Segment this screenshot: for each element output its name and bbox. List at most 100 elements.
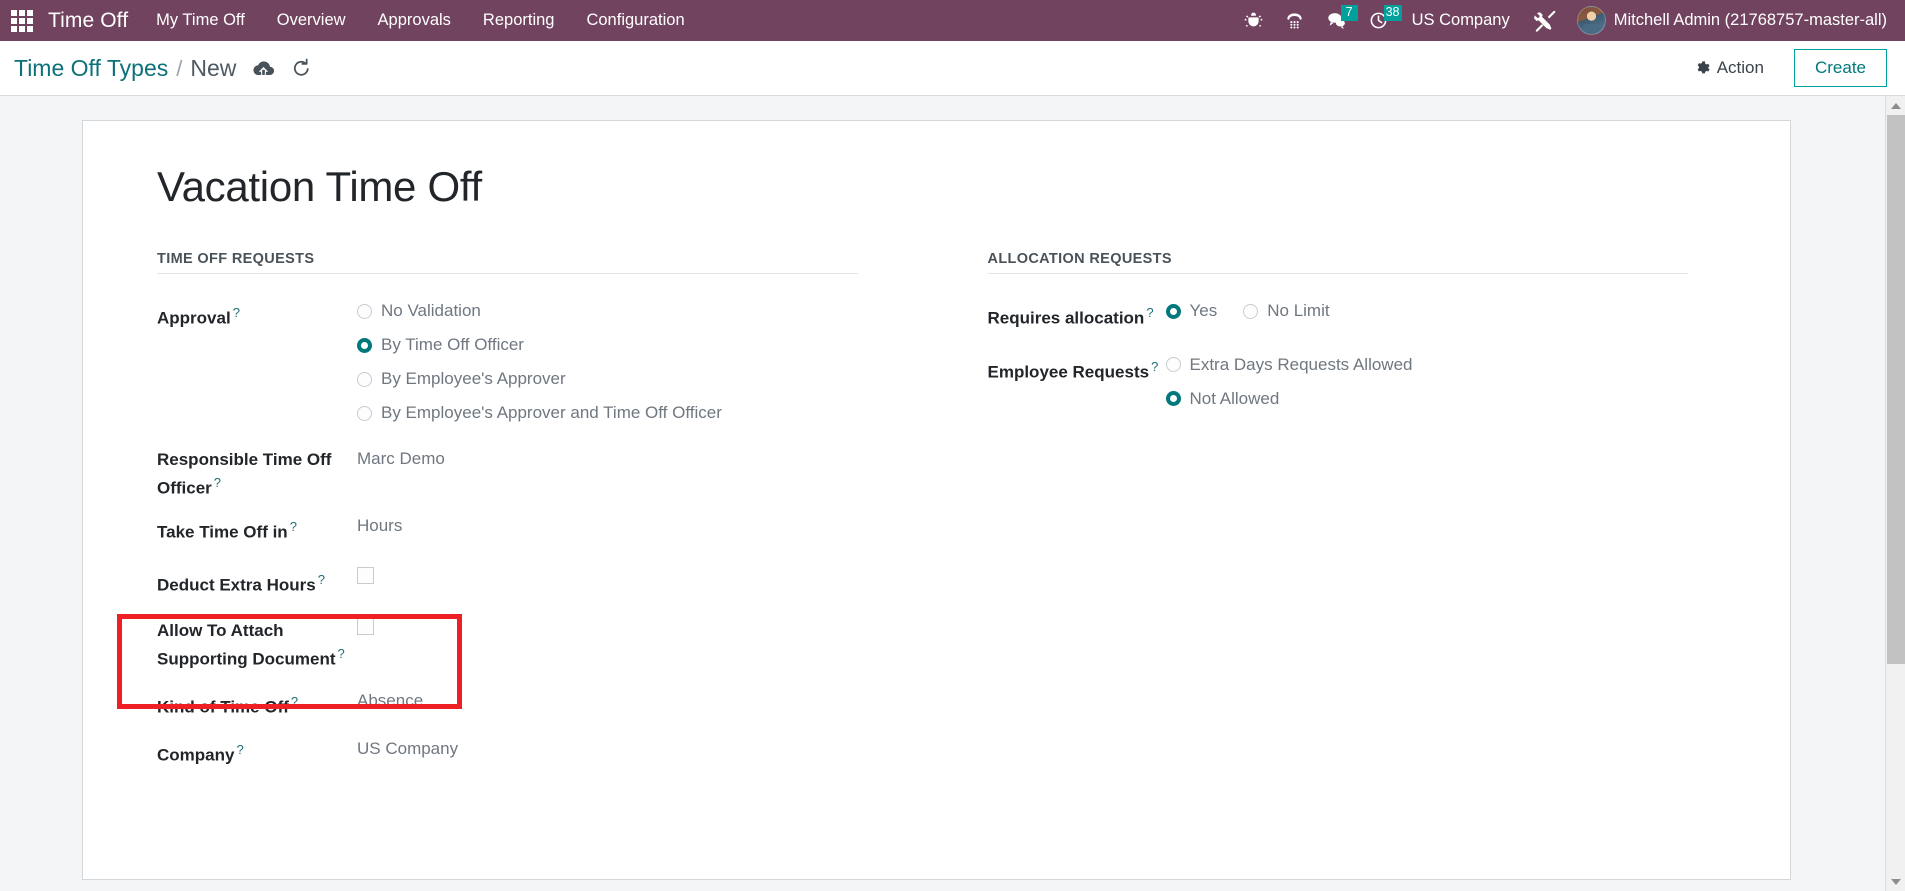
radio-label: Yes — [1189, 301, 1218, 320]
field-deduct-extra-hours: Deduct Extra Hours? — [129, 567, 914, 597]
gear-icon — [1697, 61, 1710, 74]
scrollbar-thumb[interactable] — [1887, 115, 1905, 664]
help-deduct-extra-hours[interactable]: ? — [318, 572, 325, 587]
help-company[interactable]: ? — [236, 742, 243, 757]
radio-approval-by-time-off-officer[interactable]: By Time Off Officer — [357, 335, 722, 355]
action-menu-button[interactable]: Action — [1682, 52, 1776, 84]
checkbox-deduct-extra-hours[interactable] — [357, 567, 374, 585]
form-view-body: Vacation Time Off TIME OFF REQUESTS Appr… — [0, 96, 1905, 891]
field-approval: Approval? No Validation By Time Off Offi… — [129, 300, 914, 423]
control-panel: Time Off Types / New Action Create — [0, 41, 1905, 96]
company-switcher[interactable]: US Company — [1399, 11, 1523, 30]
form-columns: TIME OFF REQUESTS Approval? No Validatio… — [129, 251, 1744, 785]
value-kind-of-time-off[interactable]: Absence — [357, 689, 423, 712]
label-responsible-officer-text: Responsible Time Off Officer — [157, 450, 332, 498]
vertical-scrollbar[interactable] — [1885, 96, 1905, 891]
help-take-time-off-in[interactable]: ? — [290, 519, 297, 534]
label-allow-attach-text: Allow To Attach Supporting Document — [157, 620, 336, 669]
radio-label: No Limit — [1267, 301, 1330, 320]
radio-label: Extra Days Requests Allowed — [1189, 354, 1413, 374]
scroll-up-arrow[interactable] — [1886, 96, 1905, 115]
user-menu[interactable]: Mitchell Admin (21768757-master-all) — [1567, 6, 1895, 35]
breadcrumb-time-off-types[interactable]: Time Off Types — [14, 55, 168, 82]
radio-employee-requests-extra-days-allowed[interactable]: Extra Days Requests Allowed — [1165, 354, 1413, 375]
radio-approval-by-employees-approver[interactable]: By Employee's Approver — [357, 369, 722, 389]
record-sheet: Vacation Time Off TIME OFF REQUESTS Appr… — [82, 120, 1791, 880]
radio-label: By Employee's Approver and Time Off Offi… — [381, 403, 722, 422]
help-allow-attach[interactable]: ? — [337, 646, 344, 661]
label-employee-requests-text: Employee Requests — [987, 362, 1150, 382]
systray: 7 38 US Company Mitchell Admin (21768757… — [1233, 0, 1905, 41]
wrench-screwdriver-icon[interactable] — [1523, 0, 1567, 41]
top-navbar: Time Off My Time Off Overview Approvals … — [0, 0, 1905, 41]
radio-dot-selected — [1165, 303, 1181, 319]
activities-counter[interactable]: 38 — [1358, 0, 1402, 41]
breadcrumb-current: New — [190, 54, 237, 81]
radio-requires-allocation-yes[interactable]: Yes — [1165, 301, 1218, 321]
radio-dot — [357, 303, 372, 319]
radio-approval-by-approver-and-officer[interactable]: By Employee's Approver and Time Off Offi… — [357, 403, 722, 423]
menu-configuration[interactable]: Configuration — [570, 0, 700, 41]
label-company-text: Company — [157, 745, 235, 765]
radio-group-employee-requests: Extra Days Requests Allowed Not Allowed — [1165, 354, 1413, 409]
breadcrumb: Time Off Types / New — [14, 55, 236, 82]
menu-reporting[interactable]: Reporting — [467, 0, 571, 41]
radio-requires-allocation-no-limit[interactable]: No Limit — [1243, 301, 1330, 321]
create-button[interactable]: Create — [1793, 49, 1887, 87]
activities-badge: 38 — [1383, 5, 1402, 21]
radio-dot — [357, 405, 372, 421]
radio-label: By Employee's Approver — [381, 369, 566, 388]
radio-group-approval: No Validation By Time Off Officer By Emp… — [357, 300, 722, 423]
field-employee-requests: Employee Requests? Extra Days Requests A… — [960, 354, 1745, 409]
radio-group-requires-allocation: Yes No Limit — [1165, 300, 1330, 321]
apps-grid-icon[interactable] — [0, 0, 44, 41]
radio-approval-no-validation[interactable]: No Validation — [357, 301, 722, 321]
label-deduct-extra-hours-text: Deduct Extra Hours — [157, 575, 316, 595]
section-title-allocation-requests: ALLOCATION REQUESTS — [987, 251, 1172, 267]
bug-icon[interactable] — [1233, 0, 1274, 41]
page-title: Vacation Time Off — [157, 163, 482, 210]
app-brand-time-off[interactable]: Time Off — [44, 9, 140, 33]
label-company: Company? — [157, 737, 357, 767]
phone-dialpad-icon[interactable] — [1274, 0, 1315, 41]
time-off-requests-group: TIME OFF REQUESTS Approval? No Validatio… — [129, 251, 914, 785]
messages-counter[interactable]: 7 — [1315, 0, 1358, 41]
messages-badge: 7 — [1340, 5, 1358, 21]
sheet-container: Vacation Time Off TIME OFF REQUESTS Appr… — [0, 96, 1905, 880]
radio-dot — [1165, 357, 1181, 373]
value-company[interactable]: US Company — [357, 737, 458, 760]
radio-employee-requests-not-allowed[interactable]: Not Allowed — [1165, 388, 1413, 409]
checkbox-allow-attach-supporting-document[interactable] — [357, 617, 374, 635]
scroll-down-arrow[interactable] — [1886, 872, 1905, 891]
radio-label: Not Allowed — [1189, 388, 1280, 408]
value-responsible-officer[interactable]: Marc Demo — [357, 447, 445, 470]
cloud-upload-icon[interactable] — [252, 59, 275, 78]
label-kind-of-time-off: Kind of Time Off? — [157, 689, 357, 719]
field-responsible-time-off-officer: Responsible Time Off Officer? Marc Demo — [129, 447, 914, 500]
label-requires-allocation-text: Requires allocation — [987, 308, 1145, 328]
help-requires-allocation[interactable]: ? — [1146, 305, 1153, 320]
menu-overview[interactable]: Overview — [261, 0, 362, 41]
label-deduct-extra-hours: Deduct Extra Hours? — [157, 567, 357, 597]
label-responsible-officer: Responsible Time Off Officer? — [157, 447, 357, 500]
field-allow-attach-supporting-document: Allow To Attach Supporting Document? — [129, 617, 914, 671]
help-approval[interactable]: ? — [233, 305, 240, 320]
label-approval-text: Approval — [157, 308, 231, 328]
field-company: Company? US Company — [129, 737, 914, 767]
label-take-time-off-in-text: Take Time Off in — [157, 522, 288, 542]
section-divider-left — [157, 273, 858, 274]
breadcrumb-separator: / — [176, 55, 183, 81]
label-take-time-off-in: Take Time Off in? — [157, 514, 357, 544]
help-kind-of-time-off[interactable]: ? — [291, 694, 298, 709]
radio-dot — [1243, 303, 1259, 319]
help-employee-requests[interactable]: ? — [1151, 359, 1158, 374]
radio-dot — [357, 371, 372, 387]
menu-approvals[interactable]: Approvals — [362, 0, 467, 41]
field-requires-allocation: Requires allocation? Yes No Limit — [960, 300, 1745, 330]
menu-my-time-off[interactable]: My Time Off — [140, 0, 261, 41]
allocation-requests-group: ALLOCATION REQUESTS Requires allocation?… — [960, 251, 1745, 785]
undo-icon[interactable] — [291, 58, 312, 78]
value-take-time-off-in[interactable]: Hours — [357, 514, 402, 537]
help-responsible-officer[interactable]: ? — [214, 475, 221, 490]
action-label: Action — [1716, 58, 1764, 77]
